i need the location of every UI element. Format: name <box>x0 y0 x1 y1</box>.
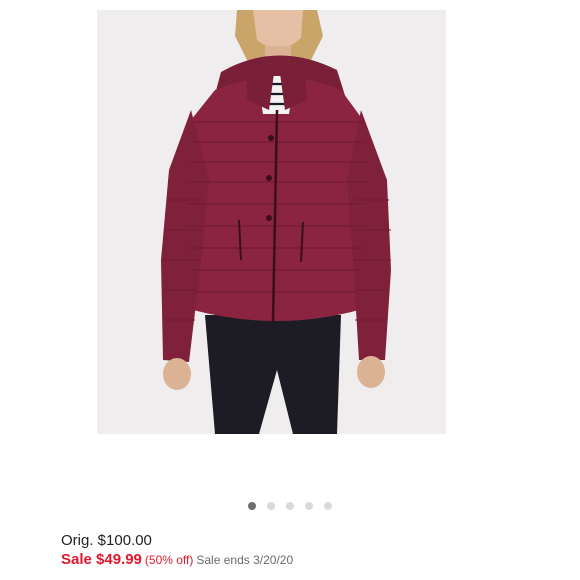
sale-price: Sale $49.99 <box>61 551 142 568</box>
carousel-dot-3[interactable] <box>286 502 294 510</box>
product-image[interactable] <box>97 10 446 434</box>
carousel-dot-5[interactable] <box>324 502 332 510</box>
sale-end-date: Sale ends 3/20/20 <box>196 553 294 567</box>
image-carousel-dots <box>0 502 580 514</box>
sale-price-line: Sale $49.99 (50% off) Sale ends 3/20/20 <box>61 551 293 569</box>
original-price: Orig. $100.00 <box>61 532 152 549</box>
carousel-dot-2[interactable] <box>267 502 275 510</box>
carousel-dot-4[interactable] <box>305 502 313 510</box>
carousel-dot-1[interactable] <box>248 502 256 510</box>
product-photo-illustration <box>97 10 446 434</box>
discount-percent: (50% off) <box>144 553 194 567</box>
